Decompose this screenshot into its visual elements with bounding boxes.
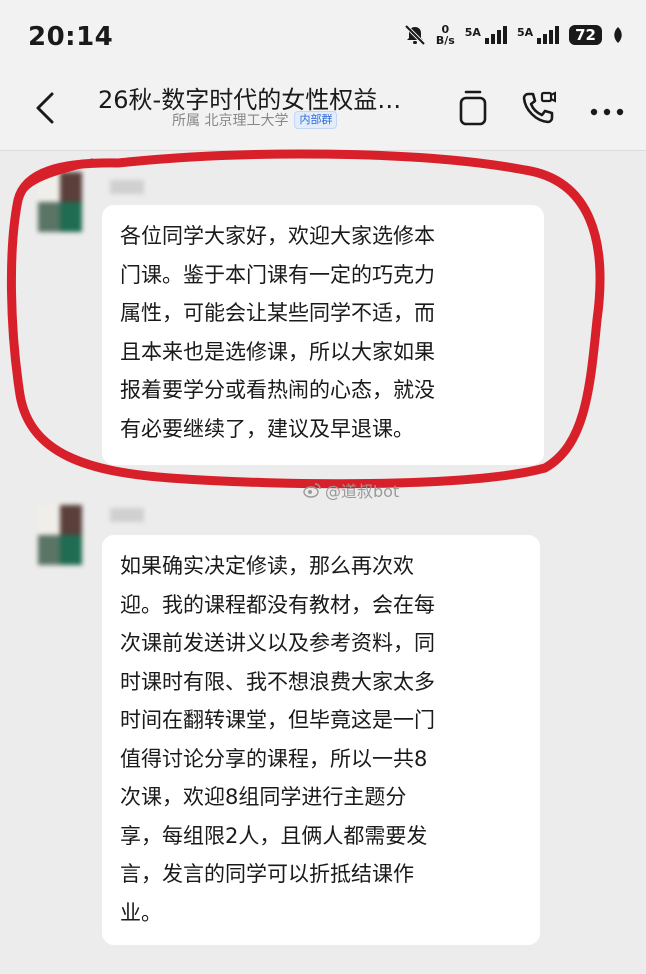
call-button[interactable] xyxy=(518,88,558,132)
network-speed: 0 B/s xyxy=(436,24,455,46)
sender-name-blurred xyxy=(110,180,144,194)
message-bubble[interactable]: 各位同学大家好，欢迎大家选修本 门课。鉴于本门课有一定的巧克力 属性，可能会让某… xyxy=(102,205,544,465)
chevron-left-icon xyxy=(36,92,54,124)
back-button[interactable] xyxy=(34,90,58,130)
message-bubble[interactable]: 如果确实决定修读，那么再次欢 迎。我的课程都没有教材，会在每 次课前发送讲义以及… xyxy=(102,535,540,945)
notes-button[interactable] xyxy=(457,88,489,132)
avatar[interactable] xyxy=(38,172,82,232)
group-affiliation: 所属 北京理工大学 xyxy=(172,113,289,129)
phone-video-icon xyxy=(522,91,556,124)
notes-icon xyxy=(459,90,487,126)
battery-icon: 72 xyxy=(569,25,602,45)
sender-name-blurred xyxy=(110,508,144,522)
avatar[interactable] xyxy=(38,505,82,565)
status-time: 20:14 xyxy=(28,22,114,52)
leaf-icon xyxy=(612,26,624,44)
status-bar: 20:14 0 B/s 5A 5A 72 xyxy=(0,0,646,70)
watermark-text: @道叔bot xyxy=(325,482,400,501)
chat-header: 26秋-数字时代的女性权益… 所属 北京理工大学 内部群 xyxy=(0,70,646,151)
signal-icon-sim2: 5A xyxy=(516,26,560,44)
internal-group-tag: 内部群 xyxy=(294,111,338,129)
group-subtitle: 所属 北京理工大学 内部群 xyxy=(172,110,338,130)
signal2-label: 5A xyxy=(516,26,534,39)
weibo-logo-icon xyxy=(303,483,321,498)
signal1-label: 5A xyxy=(464,26,481,39)
mute-bell-icon xyxy=(404,24,426,46)
more-button[interactable] xyxy=(590,102,624,121)
more-dots-icon xyxy=(590,108,624,116)
net-speed-unit: B/s xyxy=(435,34,455,47)
status-icons: 0 B/s 5A 5A 72 xyxy=(404,24,624,46)
weibo-watermark: @道叔bot xyxy=(303,478,399,502)
signal-icon-sim1: 5A xyxy=(465,26,507,44)
